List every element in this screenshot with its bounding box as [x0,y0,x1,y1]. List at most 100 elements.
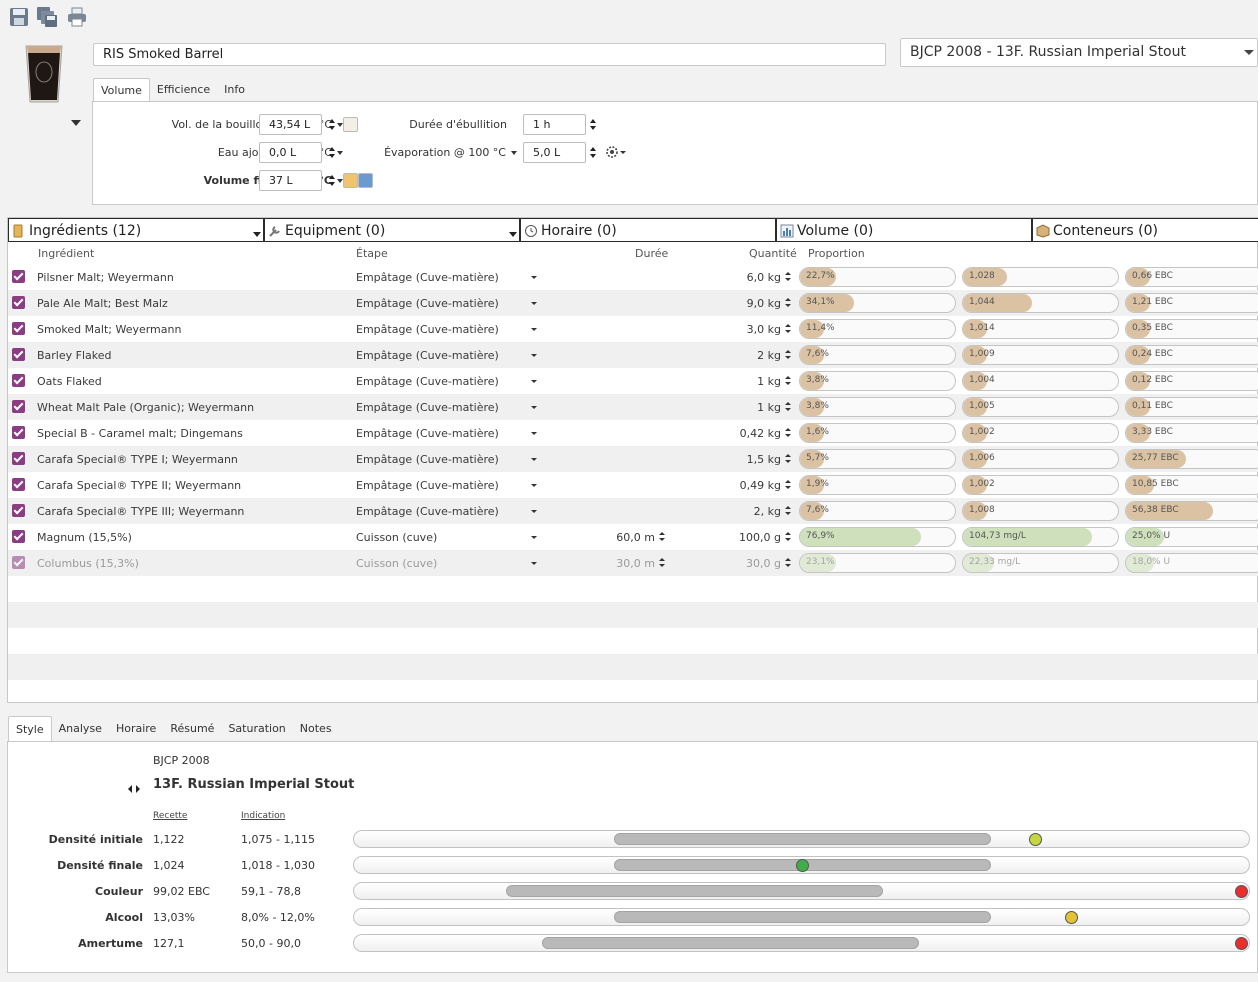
lock-icon[interactable] [343,173,358,188]
include-checkbox[interactable] [12,322,25,335]
save-all-icon[interactable] [36,6,58,28]
table-row[interactable]: Pale Ale Malt; Best Malz Empâtage (Cuve-m… [8,290,1258,316]
col-step[interactable]: Étape [356,247,388,260]
col-proportion[interactable]: Proportion [808,247,865,260]
print-icon[interactable] [66,6,88,28]
quantity-stepper[interactable] [785,480,791,490]
tab-resume[interactable]: Résumé [163,716,221,741]
duration-stepper[interactable] [659,558,665,568]
table-row[interactable]: Magnum (15,5%) Cuisson (cuve) 60,0 m 100,0 … [8,524,1258,550]
tab-volume[interactable]: Volume [93,78,150,102]
section-containers[interactable]: Conteneurs (0) [1032,218,1258,242]
final-volume-stepper[interactable] [329,175,337,187]
step-dropdown-icon[interactable] [531,276,537,279]
step-dropdown-icon[interactable] [531,302,537,305]
col-quantity[interactable]: Quantité [749,247,797,260]
quantity-stepper[interactable] [785,272,791,282]
quantity-stepper[interactable] [785,350,791,360]
include-checkbox[interactable] [12,478,25,491]
section-equipment[interactable]: Equipment (0) [264,218,520,242]
water-added-input[interactable]: 0,0 L [259,142,322,163]
swap-arrows-icon[interactable] [128,783,140,796]
col-duration[interactable]: Durée [635,247,668,260]
tab-info[interactable]: Info [217,78,252,102]
ingredient-quantity[interactable]: 1 kg [757,375,781,388]
step-dropdown-icon[interactable] [531,562,537,565]
table-row[interactable]: Columbus (15,3%) Cuisson (cuve) 30,0 m 30,0… [8,550,1258,576]
ingredient-quantity[interactable]: 2 kg [757,349,781,362]
table-row[interactable]: Pilsner Malt; Weyermann Empâtage (Cuve-ma… [8,264,1258,290]
style-select[interactable]: BJCP 2008 - 13F. Russian Imperial Stout [900,38,1258,67]
ingredient-quantity[interactable]: 0,49 kg [740,479,781,492]
table-row[interactable]: Carafa Special® TYPE II; Weyermann Empâta… [8,472,1258,498]
ingredient-duration[interactable]: 30,0 m [616,557,655,570]
water-added-stepper[interactable] [329,147,337,159]
step-dropdown-icon[interactable] [531,354,537,357]
chevron-down-icon[interactable] [253,232,261,237]
tab-analyse[interactable]: Analyse [52,716,109,741]
recipe-name-input[interactable]: RIS Smoked Barrel [93,43,886,66]
step-dropdown-icon[interactable] [531,432,537,435]
tab-saturation[interactable]: Saturation [221,716,292,741]
step-dropdown-icon[interactable] [531,510,537,513]
section-schedule[interactable]: Horaire (0) [520,218,776,242]
boil-time-input[interactable]: 1 h [523,114,586,135]
include-checkbox[interactable] [12,348,25,361]
ingredient-quantity[interactable]: 2, kg [754,505,781,518]
boil-volume-input[interactable]: 43,54 L [259,114,322,135]
ingredient-quantity[interactable]: 100,0 g [739,531,781,544]
collapse-toggle-icon[interactable] [71,120,81,126]
evaporation-input[interactable]: 5,0 L [523,142,586,163]
ingredient-quantity[interactable]: 0,42 kg [740,427,781,440]
include-checkbox[interactable] [12,374,25,387]
col-ingredient[interactable]: Ingrédient [38,247,94,260]
table-row[interactable]: Wheat Malt Pale (Organic); Weyermann Empâ… [8,394,1258,420]
table-row[interactable]: Carafa Special® TYPE I; Weyermann Empâtag… [8,446,1258,472]
gear-icon[interactable] [605,145,627,162]
scale-icon[interactable] [358,173,373,188]
duration-stepper[interactable] [659,532,665,542]
step-dropdown-icon[interactable] [531,536,537,539]
step-dropdown-icon[interactable] [531,406,537,409]
table-row[interactable]: Smoked Malt; Weyermann Empâtage (Cuve-mat… [8,316,1258,342]
include-checkbox[interactable] [12,452,25,465]
step-dropdown-icon[interactable] [531,380,537,383]
table-row[interactable]: Oats Flaked Empâtage (Cuve-matière) 1 kg 3,… [8,368,1258,394]
ingredient-quantity[interactable]: 9,0 kg [747,297,781,310]
tab-efficience[interactable]: Efficience [150,78,217,102]
chevron-down-icon[interactable] [509,232,517,237]
section-volume[interactable]: Volume (0) [776,218,1032,242]
quantity-stepper[interactable] [785,506,791,516]
table-row[interactable]: Carafa Special® TYPE III; Weyermann Empât… [8,498,1258,524]
table-row[interactable]: Barley Flaked Empâtage (Cuve-matière) 2 kg… [8,342,1258,368]
step-dropdown-icon[interactable] [531,328,537,331]
boil-volume-stepper[interactable] [329,119,337,131]
ingredient-quantity[interactable]: 1,5 kg [747,453,781,466]
boil-time-stepper[interactable] [590,119,598,131]
quantity-stepper[interactable] [785,324,791,334]
tab-horaire[interactable]: Horaire [109,716,163,741]
step-dropdown-icon[interactable] [531,484,537,487]
quantity-stepper[interactable] [785,532,791,542]
step-dropdown-icon[interactable] [531,458,537,461]
ingredient-duration[interactable]: 60,0 m [616,531,655,544]
save-icon[interactable] [8,6,30,28]
tab-notes[interactable]: Notes [293,716,339,741]
tab-style[interactable]: Style [8,716,52,742]
quantity-stepper[interactable] [785,428,791,438]
include-checkbox[interactable] [12,296,25,309]
include-checkbox[interactable] [12,556,25,569]
quantity-stepper[interactable] [785,298,791,308]
include-checkbox[interactable] [12,530,25,543]
ingredient-quantity[interactable]: 30,0 g [746,557,781,570]
lock-icon[interactable] [343,117,358,132]
include-checkbox[interactable] [12,504,25,517]
include-checkbox[interactable] [12,400,25,413]
include-checkbox[interactable] [12,270,25,283]
ingredient-quantity[interactable]: 3,0 kg [747,323,781,336]
include-checkbox[interactable] [12,426,25,439]
section-ingredients[interactable]: Ingrédients (12) [8,218,264,242]
quantity-stepper[interactable] [785,454,791,464]
quantity-stepper[interactable] [785,376,791,386]
quantity-stepper[interactable] [785,558,791,568]
